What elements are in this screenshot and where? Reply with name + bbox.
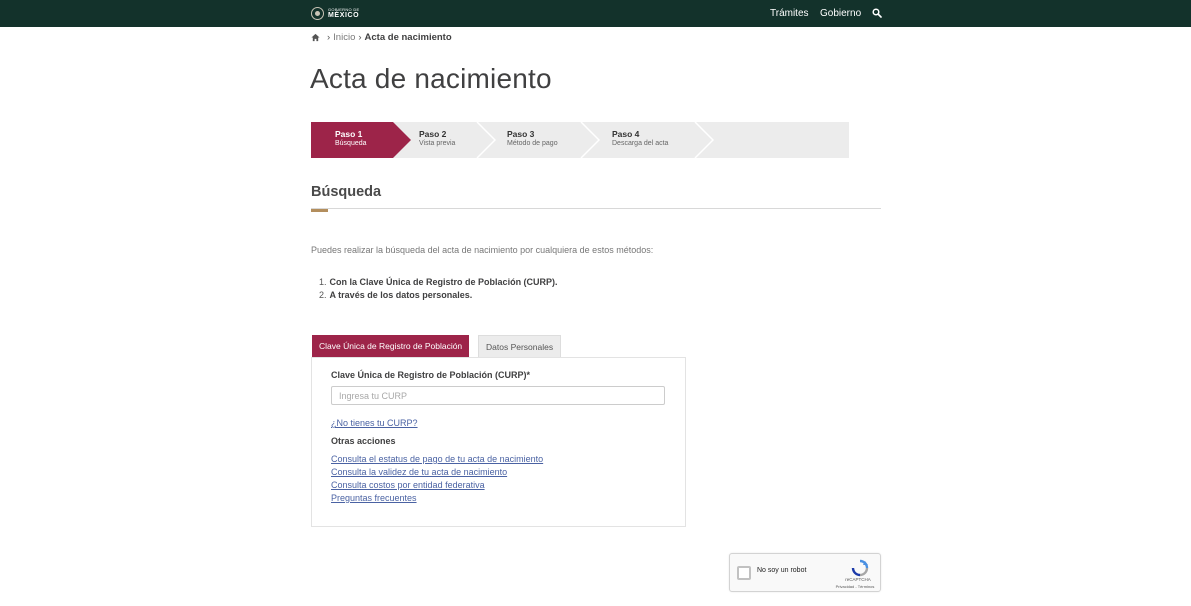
list-text: A través de los datos personales. bbox=[329, 290, 473, 300]
recaptcha-label: No soy un robot bbox=[757, 567, 807, 574]
step-4-sub: Descarga del acta bbox=[612, 140, 669, 147]
action-link-costs[interactable]: Consulta costos por entidad federativa bbox=[331, 480, 485, 490]
method-list: 1. Con la Clave Única de Registro de Pobl… bbox=[319, 276, 558, 302]
stepper-shapes bbox=[311, 122, 715, 158]
logo-big-text: MÉXICO bbox=[328, 12, 360, 19]
breadcrumb-current: Acta de nacimiento bbox=[364, 31, 452, 43]
nav-tramites[interactable]: Trámites bbox=[770, 0, 809, 27]
gobierno-mexico-logo[interactable]: GOBIERNO DE MÉXICO bbox=[311, 5, 360, 22]
action-link-validity[interactable]: Consulta la validez de tu acta de nacimi… bbox=[331, 467, 507, 477]
coat-of-arms-icon bbox=[311, 7, 324, 20]
nav-gobierno[interactable]: Gobierno bbox=[820, 0, 861, 27]
no-curp-link[interactable]: ¿No tienes tu CURP? bbox=[331, 418, 418, 428]
action-link-faq[interactable]: Preguntas frecuentes bbox=[331, 493, 417, 503]
recaptcha-checkbox[interactable] bbox=[737, 566, 751, 580]
search-icon[interactable] bbox=[872, 8, 882, 18]
progress-stepper: Paso 1 Búsqueda Paso 2 Vista previa Paso… bbox=[311, 122, 849, 158]
curp-input[interactable] bbox=[331, 386, 665, 405]
recaptcha-brand: reCAPTCHA bbox=[845, 577, 871, 582]
breadcrumb-separator: › bbox=[358, 31, 362, 43]
step-2-label: Paso 2 bbox=[419, 129, 447, 139]
action-link-payment-status[interactable]: Consulta el estatus de pago de tu acta d… bbox=[331, 454, 543, 464]
other-actions-title: Otras acciones bbox=[331, 436, 396, 446]
recaptcha-terms[interactable]: Privacidad - Términos bbox=[828, 584, 882, 589]
top-navbar: GOBIERNO DE MÉXICO Trámites Gobierno bbox=[0, 0, 1191, 27]
tab-curp[interactable]: Clave Única de Registro de Población bbox=[312, 335, 470, 357]
list-item: 2. A través de los datos personales. bbox=[319, 289, 558, 302]
step-1-label: Paso 1 bbox=[335, 129, 363, 139]
section-title: Búsqueda bbox=[311, 184, 382, 200]
recaptcha-logo-icon bbox=[851, 559, 869, 577]
intro-text: Puedes realizar la búsqueda del acta de … bbox=[311, 245, 654, 255]
step-4-label: Paso 4 bbox=[612, 129, 640, 139]
breadcrumb: › Inicio › Acta de nacimiento bbox=[311, 31, 452, 43]
tab-datos-personales[interactable]: Datos Personales bbox=[478, 335, 562, 357]
breadcrumb-separator: › bbox=[327, 31, 331, 43]
list-text: Con la Clave Única de Registro de Poblac… bbox=[329, 277, 558, 287]
list-number: 1. bbox=[319, 277, 327, 287]
step-1-sub: Búsqueda bbox=[335, 140, 367, 147]
step-3-sub: Método de pago bbox=[507, 140, 558, 147]
curp-field-label: Clave Única de Registro de Población (CU… bbox=[331, 370, 531, 380]
logo-text: GOBIERNO DE MÉXICO bbox=[328, 8, 360, 20]
breadcrumb-inicio[interactable]: Inicio bbox=[333, 32, 355, 43]
section-divider bbox=[311, 208, 881, 209]
step-3-label: Paso 3 bbox=[507, 129, 535, 139]
page-title: Acta de nacimiento bbox=[310, 63, 552, 94]
list-number: 2. bbox=[319, 290, 327, 300]
list-item: 1. Con la Clave Única de Registro de Pobl… bbox=[319, 276, 558, 289]
recaptcha-widget: No soy un robot reCAPTCHA Privacidad - T… bbox=[729, 553, 881, 592]
home-icon[interactable] bbox=[311, 33, 320, 42]
section-accent-bar bbox=[311, 209, 328, 212]
step-2-sub: Vista previa bbox=[419, 140, 456, 147]
